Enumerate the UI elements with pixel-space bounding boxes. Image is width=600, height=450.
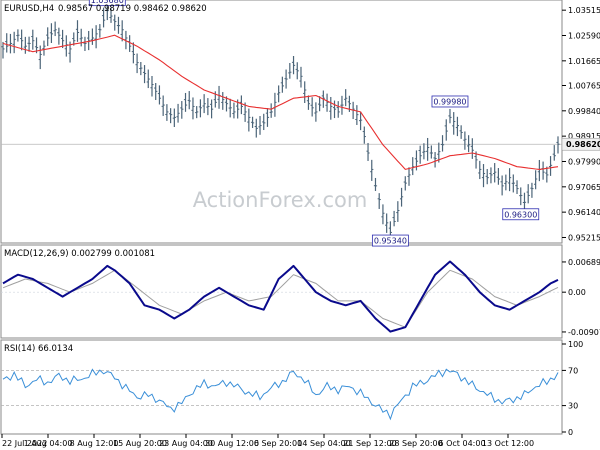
macd-y-tick-label: 0.00 [568, 288, 586, 297]
x-tick-label: 1 Aug 04:00 [24, 439, 73, 448]
price-y-tick-label: 1.03515 [568, 6, 600, 15]
price-y-tick-label: 1.02590 [568, 32, 600, 41]
chart-background [0, 0, 600, 450]
rsi-y-tick-label: 30 [568, 402, 578, 411]
rsi-y-tick-label: 70 [568, 366, 578, 375]
x-tick-label: 13 Oct 12:00 [482, 439, 534, 448]
price-y-tick-label: 0.97065 [568, 183, 600, 192]
ohlc-header: 0.98567 0.98719 0.98462 0.98620 [58, 4, 207, 14]
price-y-tick-label: 0.96140 [568, 208, 600, 217]
price-y-tick-label: 1.00765 [568, 81, 600, 90]
x-tick-label: 8 Aug 12:00 [70, 439, 119, 448]
current-price-label: 0.98620 [566, 140, 600, 149]
rsi-title: RSI(14) 66.0134 [4, 344, 73, 354]
price-y-tick-label: 0.99840 [568, 107, 600, 116]
x-tick-label: 6 Sep 20:00 [254, 439, 302, 448]
rsi-y-tick-label: 100 [568, 340, 583, 349]
price-annotation-label: 0.99980 [433, 97, 466, 106]
price-y-tick-label: 0.95215 [568, 233, 600, 242]
price-title: EURUSD,H4 [4, 4, 54, 14]
price-y-tick-label: 1.01665 [568, 57, 600, 66]
forex-chart: ActionForex.com 1.036800.953400.999800.9… [0, 0, 600, 450]
rsi-y-tick-label: 0 [568, 428, 573, 437]
watermark: ActionForex.com [193, 188, 368, 212]
price-annotation-label: 0.95340 [374, 237, 407, 246]
price-annotation-label: 0.96300 [504, 210, 537, 219]
x-tick-label: 28 Sep 20:00 [389, 439, 442, 448]
x-tick-label: 30 Aug 12:00 [205, 439, 259, 448]
macd-y-tick-label: -0.009076 [568, 328, 600, 337]
price-y-tick-label: 0.97990 [568, 157, 600, 166]
macd-title: MACD(12,26,9) 0.002799 0.001081 [4, 249, 155, 259]
macd-y-tick-label: 0.006899 [568, 258, 600, 267]
x-tick-label: 6 Oct 04:00 [438, 439, 485, 448]
